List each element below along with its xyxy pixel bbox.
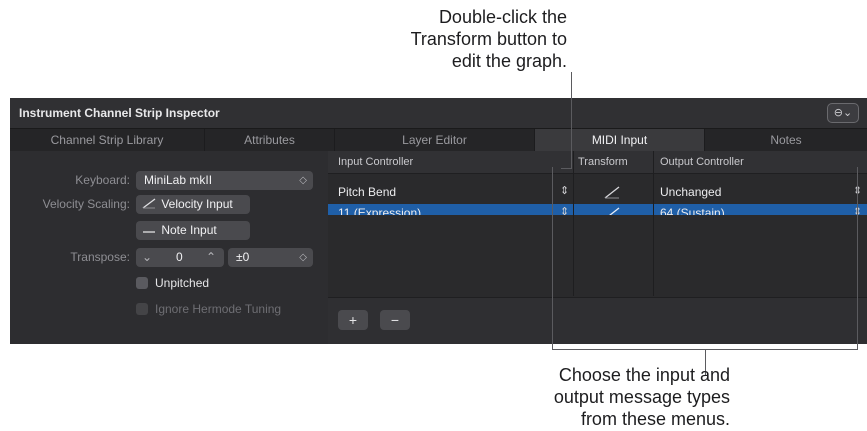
ellipsis-circle-icon[interactable]: ⊖⌄ bbox=[827, 103, 859, 123]
ignore-hermode-label: Ignore Hermode Tuning bbox=[155, 302, 282, 316]
chevron-down-icon[interactable]: ⌄ bbox=[142, 248, 152, 267]
remove-mapping-button[interactable]: − bbox=[380, 310, 410, 330]
keyboard-value: MiniLab mkII bbox=[144, 173, 213, 187]
tab-bar: Channel Strip Library Attributes Layer E… bbox=[10, 129, 867, 151]
unpitched-label: Unpitched bbox=[155, 276, 210, 290]
callout-line: Choose the input and bbox=[558, 365, 730, 385]
ignore-hermode-checkbox[interactable] bbox=[136, 303, 148, 315]
unpitched-checkbox[interactable] bbox=[136, 277, 148, 289]
fine-transpose-select[interactable]: ±0 ◇ bbox=[228, 248, 313, 267]
menus-callout: Choose the input and output message type… bbox=[470, 364, 730, 430]
chevron-up-icon[interactable]: ⌃ bbox=[206, 248, 216, 267]
tab-midi-input[interactable]: MIDI Input bbox=[535, 129, 705, 151]
note-input-label: Note Input bbox=[161, 223, 217, 237]
chevron-updown-icon: ◇ bbox=[299, 252, 307, 263]
midi-settings-pane: Keyboard: MiniLab mkII ◇ Velocity Scalin… bbox=[10, 151, 328, 344]
fine-transpose-value: ±0 bbox=[236, 250, 250, 264]
callout-leader-line bbox=[552, 167, 553, 349]
callout-line: output message types bbox=[553, 387, 730, 407]
callout-line: from these menus. bbox=[580, 409, 730, 429]
table-header: Input Controller Transform Output Contro… bbox=[328, 151, 867, 174]
column-divider bbox=[653, 151, 654, 296]
table-footer: + − bbox=[328, 297, 867, 344]
transpose-stepper[interactable]: ⌄ 0 ⌃ bbox=[136, 248, 224, 267]
chevron-updown-icon: ◇ bbox=[299, 175, 307, 186]
keyboard-select[interactable]: MiniLab mkII ◇ bbox=[136, 171, 313, 190]
transpose-value: 0 bbox=[176, 250, 183, 264]
transform-graph-icon[interactable] bbox=[604, 186, 620, 199]
callout-line: edit the graph. bbox=[451, 51, 567, 71]
table-empty-area bbox=[328, 215, 867, 297]
window-title: Instrument Channel Strip Inspector bbox=[19, 106, 220, 120]
column-divider bbox=[573, 151, 574, 296]
callout-leader-line bbox=[561, 168, 572, 169]
output-controller-select[interactable]: Unchanged bbox=[660, 185, 721, 199]
tab-notes[interactable]: Notes bbox=[705, 129, 867, 151]
tab-channel-strip-library[interactable]: Channel Strip Library bbox=[10, 129, 205, 151]
transform-graph-icon bbox=[142, 198, 156, 209]
output-controller-header: Output Controller bbox=[660, 156, 744, 168]
add-mapping-button[interactable]: + bbox=[338, 310, 368, 330]
input-controller-select[interactable]: Pitch Bend bbox=[338, 185, 396, 199]
channel-strip-inspector: Instrument Channel Strip Inspector ⊖⌄ Ch… bbox=[10, 98, 867, 344]
callout-leader-line bbox=[857, 167, 858, 349]
transform-callout: Double-click the Transform button to edi… bbox=[307, 6, 567, 72]
velocity-input-label: Velocity Input bbox=[161, 197, 233, 211]
callout-leader-line bbox=[571, 72, 572, 168]
input-controller-header: Input Controller bbox=[338, 156, 414, 168]
tab-attributes[interactable]: Attributes bbox=[205, 129, 335, 151]
table-row: Pitch Bend ⇕ Unchanged ⇕ bbox=[328, 183, 867, 202]
inspector-titlebar: Instrument Channel Strip Inspector ⊖⌄ bbox=[10, 98, 867, 129]
keyboard-label: Keyboard: bbox=[75, 173, 130, 187]
chevron-updown-icon: ⇕ bbox=[560, 185, 570, 197]
velocity-scaling-label: Velocity Scaling: bbox=[42, 197, 130, 211]
flat-graph-icon bbox=[143, 231, 155, 233]
tab-layer-editor[interactable]: Layer Editor bbox=[335, 129, 535, 151]
note-input-button[interactable]: Note Input bbox=[136, 221, 250, 240]
callout-line: Transform button to bbox=[410, 29, 567, 49]
transform-header: Transform bbox=[578, 156, 628, 168]
velocity-input-button[interactable]: Velocity Input bbox=[136, 195, 250, 214]
transpose-label: Transpose: bbox=[70, 250, 130, 264]
callout-line: Double-click the bbox=[438, 7, 567, 27]
controller-mapping-table: Input Controller Transform Output Contro… bbox=[328, 151, 867, 344]
